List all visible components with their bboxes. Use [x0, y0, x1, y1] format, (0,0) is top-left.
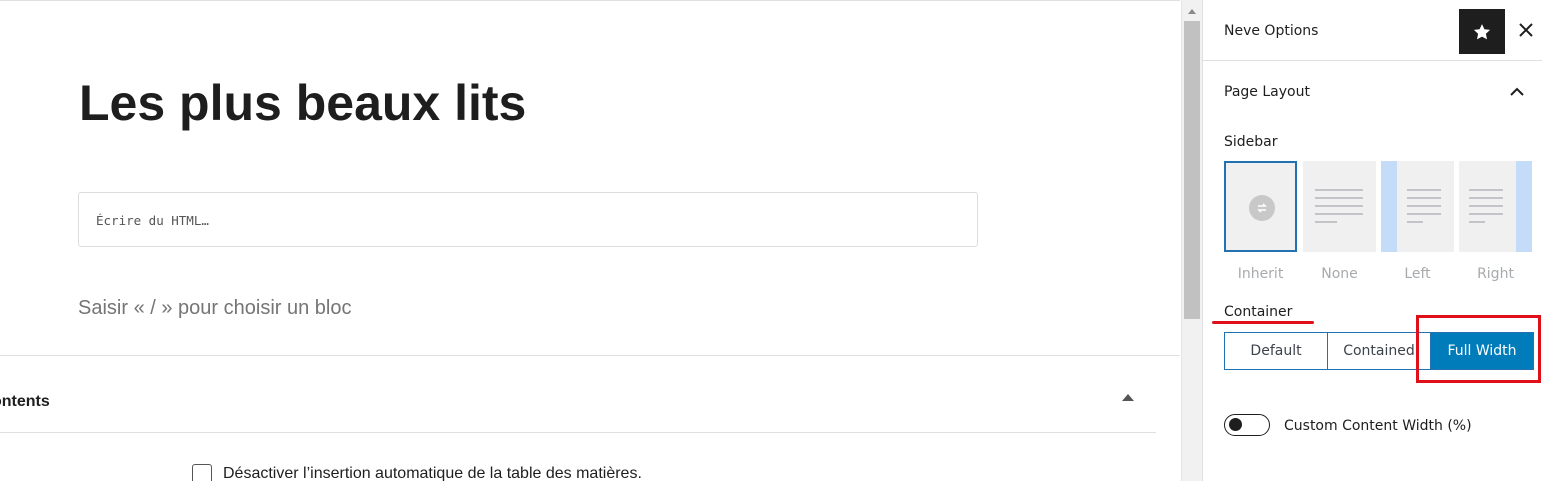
sidebar-option-left[interactable] [1381, 161, 1454, 252]
scrollbar-thumb[interactable] [1184, 21, 1200, 319]
custom-width-toggle[interactable] [1224, 414, 1270, 436]
container-default-button[interactable]: Default [1224, 332, 1328, 370]
sidebar-title: Neve Options [1224, 23, 1319, 39]
sync-icon [1249, 195, 1275, 221]
close-icon [1519, 23, 1533, 37]
sidebar-option-left-label: Left [1404, 266, 1431, 282]
sidebar-option-inherit[interactable] [1224, 161, 1297, 252]
editor-canvas: Les plus beaux lits Écrire du HTML… Sais… [0, 0, 1180, 481]
container-label: Container [1224, 304, 1293, 320]
sidebar-option-inherit-label: Inherit [1237, 266, 1284, 282]
sidebar-option-none-label: None [1321, 266, 1358, 282]
html-block-placeholder[interactable]: Écrire du HTML… [96, 213, 209, 228]
sidebar-header: Neve Options [1203, 0, 1542, 61]
toc-panel: ontents Désactiver l’insertion automatiq… [0, 355, 1180, 481]
custom-width-label: Custom Content Width (%) [1284, 418, 1472, 434]
sidebar-option-right[interactable] [1459, 161, 1532, 252]
close-button[interactable] [1515, 19, 1537, 41]
block-appender[interactable]: Saisir « / » pour choisir un bloc [78, 297, 351, 320]
html-block[interactable]: Écrire du HTML… [78, 192, 978, 247]
post-title[interactable]: Les plus beaux lits [79, 75, 526, 131]
sidebar-label: Sidebar [1224, 134, 1278, 150]
toc-panel-header[interactable]: ontents [0, 356, 1156, 433]
editor-scrollbar[interactable] [1181, 0, 1202, 481]
annotation-highlight-box [1416, 315, 1541, 383]
star-button[interactable] [1459, 9, 1505, 54]
chevron-up-icon[interactable] [1509, 84, 1525, 100]
star-icon [1473, 23, 1491, 39]
page-layout-title[interactable]: Page Layout [1224, 84, 1310, 100]
sidebar-option-none[interactable] [1303, 161, 1376, 252]
annotation-underline [1212, 321, 1314, 324]
scroll-up-arrow-icon[interactable] [1188, 9, 1196, 14]
toc-disable-checkbox[interactable] [192, 464, 212, 481]
toggle-knob [1229, 418, 1242, 431]
toc-disable-label: Désactiver l’insertion automatique de la… [223, 465, 642, 481]
neve-options-sidebar: Neve Options Page Layout Sidebar Inherit… [1202, 0, 1542, 481]
sidebar-option-right-label: Right [1477, 266, 1514, 282]
caret-up-icon[interactable] [1122, 394, 1134, 401]
toc-disable-option[interactable]: Désactiver l’insertion automatique de la… [192, 464, 642, 481]
toc-panel-title: ontents [0, 393, 50, 410]
